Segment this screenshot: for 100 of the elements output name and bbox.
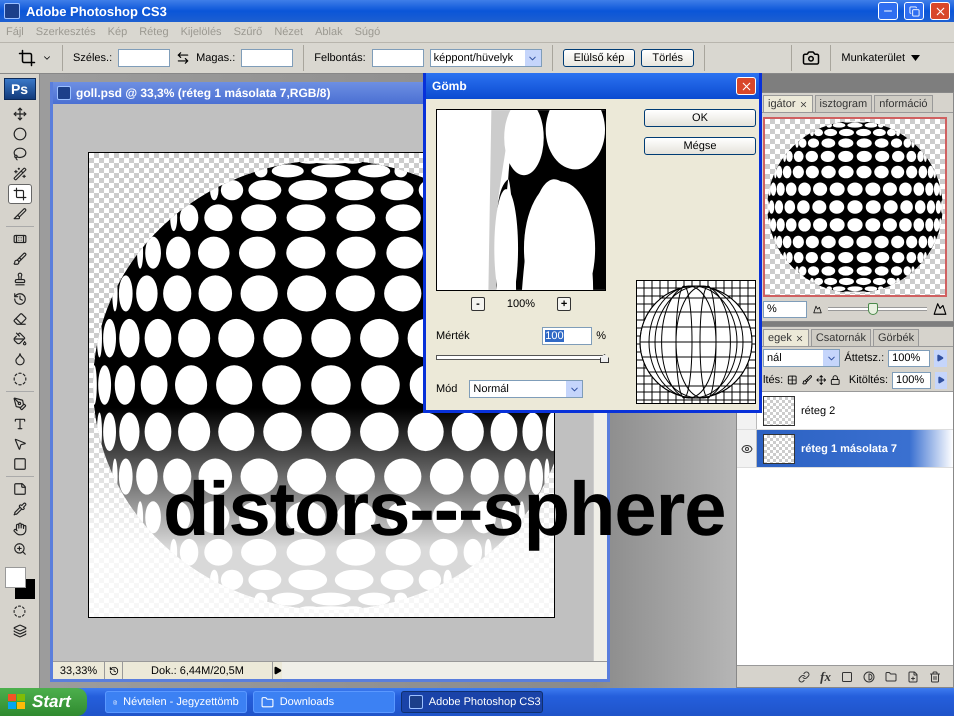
dialog-title: Gömb — [432, 79, 467, 93]
brush-icon — [12, 252, 26, 266]
amount-slider[interactable] — [436, 355, 606, 360]
layer-row[interactable]: réteg 1 másolata 7 — [737, 430, 953, 468]
panel-tab[interactable]: nformáció — [874, 95, 933, 112]
close-icon — [934, 4, 946, 18]
slider-thumb[interactable] — [868, 303, 878, 315]
width-field[interactable] — [118, 49, 170, 67]
color-swatches-icon[interactable] — [4, 567, 34, 601]
restore-button[interactable] — [904, 2, 924, 20]
zoom-out-button[interactable]: - — [470, 297, 485, 311]
crop-icon[interactable] — [18, 49, 36, 67]
lock-icon[interactable] — [830, 374, 841, 386]
close-button[interactable] — [930, 2, 950, 20]
option-button[interactable]: Elülső kép — [562, 49, 636, 67]
lock-label: ltés: — [763, 374, 784, 386]
dialog-button[interactable]: Mégse — [644, 137, 756, 155]
hand-icon — [12, 522, 26, 536]
layer-name: réteg 1 másolata 7 — [801, 442, 897, 454]
mode-select[interactable]: Normál — [469, 380, 584, 398]
workspace-icon[interactable] — [802, 49, 820, 67]
lock-move-icon[interactable] — [816, 374, 826, 386]
adjustment-icon[interactable] — [863, 670, 875, 682]
resolution-field[interactable] — [372, 49, 424, 67]
folder-icon — [260, 696, 274, 708]
zoom-in-icon[interactable] — [933, 302, 947, 316]
field-label: Széles.: — [73, 52, 112, 64]
eraser-icon — [12, 312, 26, 326]
app-icon — [408, 695, 423, 709]
close-icon[interactable] — [798, 100, 808, 108]
panel-tab[interactable]: egek — [763, 329, 809, 346]
document-size: Dok.: 6,44M/20,5M — [123, 662, 273, 679]
layer-thumbnail — [763, 434, 795, 464]
unit-select[interactable]: képpont/hüvelyk — [430, 49, 542, 67]
mode-label: Mód — [436, 383, 458, 395]
windows-logo-icon — [8, 694, 26, 710]
link-icon[interactable] — [798, 670, 810, 682]
layer-name: réteg 2 — [801, 404, 836, 416]
zoom-in-button[interactable]: + — [557, 297, 572, 311]
document-title: goll.psd @ 33,3% (réteg 1 másolata 7,RGB/8) — [76, 86, 330, 100]
swap-icon[interactable] — [176, 51, 190, 65]
document-icon — [57, 86, 71, 100]
eyedropper-icon — [12, 502, 26, 516]
workspace-menu[interactable]: Munkaterület — [841, 52, 905, 64]
screen-mode-icon — [12, 624, 26, 638]
visibility-toggle[interactable] — [737, 430, 757, 467]
fill-label: Kitöltés: — [848, 374, 888, 386]
zoom-readout: 33,33% — [53, 662, 105, 679]
zoom-icon — [12, 542, 26, 556]
percent-sign: % — [596, 330, 606, 342]
horizontal-scrollbar[interactable] — [282, 662, 607, 679]
opacity-label: Áttetsz.: — [844, 352, 884, 364]
fill-field[interactable]: 100% — [892, 372, 931, 388]
mask-icon[interactable] — [841, 670, 853, 682]
tool-button[interactable] — [8, 184, 32, 204]
opacity-field[interactable]: 100% — [888, 350, 930, 366]
dialog-button[interactable]: OK — [644, 109, 756, 127]
blend-mode-select[interactable]: nál — [763, 349, 840, 367]
restore-icon — [908, 6, 920, 16]
taskbar-item[interactable]: Adobe Photoshop CS3 — [400, 691, 543, 713]
zoom-field[interactable]: % — [763, 300, 807, 318]
panel-tab[interactable]: Görbék — [873, 329, 920, 346]
slider-thumb[interactable] — [600, 354, 609, 363]
amount-field[interactable]: 100 — [542, 327, 592, 345]
layer-thumbnail — [763, 396, 795, 426]
mask-icon — [13, 604, 26, 618]
panel-tab[interactable]: Csatornák — [810, 329, 871, 346]
close-button[interactable] — [736, 77, 756, 95]
layer-style-button[interactable]: fx — [820, 668, 831, 684]
lock-pixels-icon[interactable] — [787, 374, 798, 386]
pen-icon — [12, 397, 26, 411]
close-icon — [740, 80, 752, 92]
bandage-icon — [12, 232, 26, 246]
folder-icon[interactable] — [885, 670, 897, 682]
eye-icon — [740, 442, 752, 454]
taskbar-item[interactable]: Downloads — [252, 691, 395, 713]
history-brush-icon — [12, 292, 26, 306]
lasso-icon — [12, 147, 26, 161]
crop-icon — [12, 187, 26, 201]
lock-brush-icon[interactable] — [802, 374, 812, 386]
close-icon[interactable] — [794, 334, 804, 342]
height-field[interactable] — [241, 49, 294, 67]
droplet-icon — [12, 352, 26, 366]
type-icon — [12, 417, 26, 431]
preview-zoom: 100% — [506, 298, 536, 310]
field-label: Felbontás: — [314, 52, 366, 64]
caret-icon — [911, 55, 920, 61]
panel-tab[interactable]: isztogram — [814, 95, 872, 112]
paint-bucket-icon — [12, 332, 26, 346]
taskbar-item[interactable]: Névtelen - Jegyzettömb — [104, 691, 247, 713]
trash-icon[interactable] — [929, 670, 941, 682]
minimize-button[interactable] — [878, 2, 898, 20]
panel-tab[interactable]: igátor — [763, 95, 813, 112]
amount-label: Mérték — [436, 330, 470, 342]
wand-icon — [12, 167, 26, 181]
option-button[interactable]: Törlés — [641, 49, 694, 67]
play-icon[interactable] — [273, 666, 282, 675]
new-layer-icon[interactable] — [907, 670, 919, 682]
knife-icon — [12, 207, 26, 221]
zoom-out-icon[interactable] — [813, 304, 822, 314]
